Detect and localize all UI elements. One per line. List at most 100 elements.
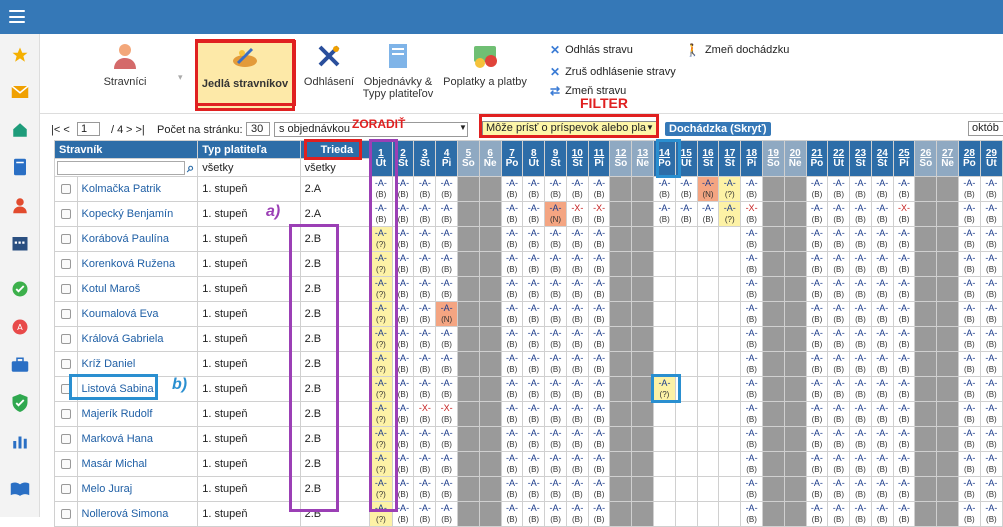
meal-code: -A-	[876, 328, 889, 338]
row-checkbox[interactable]	[60, 459, 71, 470]
briefcase-icon[interactable]	[9, 354, 31, 376]
user-icon[interactable]	[9, 194, 31, 216]
stravnik-name[interactable]: Korábová Paulína	[76, 226, 199, 252]
meal-cell	[696, 226, 720, 252]
chevron-down-icon[interactable]: ▾	[178, 72, 183, 83]
meal-status: (B)	[986, 365, 997, 374]
meal-status: (B)	[571, 290, 583, 299]
meal-status: (B)	[898, 315, 910, 324]
stravnik-name[interactable]: Kolmačka Patrik	[76, 176, 199, 202]
meal-cell: -A- (B)	[435, 451, 459, 477]
home-icon[interactable]	[9, 119, 31, 141]
row-checkbox[interactable]	[60, 334, 71, 345]
stravnici-button[interactable]: Stravníci	[90, 40, 160, 108]
calendar-icon[interactable]	[9, 232, 31, 254]
stravnik-name[interactable]: Masár Michal	[76, 451, 199, 477]
row-checkbox[interactable]	[60, 484, 71, 495]
stravnik-name[interactable]: Koumalová Eva	[76, 301, 199, 327]
meal-cell: -A- (B)	[740, 301, 763, 327]
meal-code: -A-	[810, 203, 823, 213]
pager-first-prev[interactable]: |< <	[51, 124, 70, 136]
meal-cell: -A- (?)	[718, 201, 742, 227]
odhlaseni-button[interactable]: Odhlásení	[300, 40, 358, 108]
page-select[interactable]: 1	[77, 122, 101, 136]
meal-code: -A-	[549, 378, 562, 388]
row-checkbox-cell	[54, 326, 78, 352]
stravnik-name[interactable]: Kopecký Benjamín	[76, 201, 199, 227]
typ-filter-select[interactable]: všetky	[197, 158, 301, 177]
star-icon[interactable]	[9, 44, 31, 66]
row-checkbox[interactable]	[60, 409, 71, 420]
objednavky-button[interactable]: Objednávky & Typy platiteľov	[360, 40, 436, 108]
meal-cell: -A- (B)	[587, 476, 611, 502]
meal-status: (B)	[441, 240, 452, 249]
meal-status: (B)	[746, 215, 757, 224]
check-circle-icon[interactable]	[9, 278, 31, 300]
meal-cell	[718, 351, 742, 377]
meal-cell: -A- (B)	[827, 376, 851, 402]
month-select[interactable]: októb	[968, 121, 1003, 136]
per-page-input[interactable]: 30	[246, 122, 270, 136]
meal-cell: -A- (B)	[544, 376, 567, 402]
meal-code: -A-	[854, 253, 867, 263]
row-checkbox[interactable]	[60, 259, 71, 270]
meal-cell: -A- (B)	[957, 501, 981, 527]
poplatky-button[interactable]: Poplatky a platby	[440, 40, 530, 108]
meal-status: (B)	[898, 215, 910, 224]
meal-code: -A-	[898, 328, 911, 338]
mail-icon[interactable]	[9, 81, 31, 103]
search-icon[interactable]: ⌕	[187, 160, 197, 176]
ribbon-toolbar: Stravníci ▾ Jedlá stravníkov Odhlásení O…	[40, 34, 1003, 114]
meal-code: -A-	[440, 353, 453, 363]
meal-cell	[653, 501, 676, 527]
meal-cell: -A- (B)	[500, 201, 524, 227]
row-checkbox[interactable]	[60, 509, 71, 520]
row-checkbox[interactable]	[60, 284, 71, 295]
meal-code: -A-	[832, 453, 845, 463]
stravnik-name[interactable]: Kotul Maroš	[76, 276, 199, 302]
book-icon[interactable]	[9, 156, 31, 178]
stravnik-name[interactable]: Marková Hana	[76, 426, 199, 452]
odhlas-stravu-link[interactable]: ✕ Odhlás stravu	[550, 43, 633, 57]
stravnik-name[interactable]: Kríž Daniel	[76, 351, 199, 377]
meal-cell	[609, 426, 633, 452]
meal-cell: -A- (B)	[849, 501, 872, 527]
row-checkbox[interactable]	[60, 309, 71, 320]
trieda-filter-select[interactable]: všetky	[299, 158, 371, 177]
meal-status: (B)	[528, 190, 540, 199]
meal-code: -A-	[876, 453, 889, 463]
grade-icon[interactable]: A	[9, 316, 31, 338]
attendance-button[interactable]: Dochádzka (Skryť)	[665, 122, 771, 136]
meal-code: -A-	[745, 178, 758, 188]
row-checkbox[interactable]	[60, 209, 71, 220]
meal-cell: -A- (B)	[413, 501, 437, 527]
row-checkbox[interactable]	[60, 359, 71, 370]
meal-status: (B)	[833, 515, 845, 524]
pager-next-last[interactable]: > >|	[126, 124, 145, 136]
zrus-odhlasenie-link[interactable]: ✕ Zruš odhlásenie stravy	[550, 65, 676, 79]
shield-icon[interactable]	[9, 392, 31, 414]
meal-status: (B)	[746, 290, 757, 299]
hamburger-menu-icon[interactable]	[9, 10, 25, 23]
typ-platitela: 1. stupeň	[197, 351, 301, 377]
row-checkbox[interactable]	[60, 434, 71, 445]
row-checkbox[interactable]	[60, 234, 71, 245]
row-checkbox[interactable]	[60, 184, 71, 195]
meal-code: -A-	[680, 203, 693, 213]
chart-icon[interactable]	[9, 430, 31, 452]
meal-status: (B)	[833, 215, 845, 224]
stravnik-name[interactable]: Králová Gabriela	[76, 326, 199, 352]
zmen-dochadzku-link[interactable]: 🚶 Zmeň dochádzku	[685, 43, 789, 57]
day-number: 17	[724, 147, 736, 159]
meal-cell	[609, 176, 633, 202]
name-search-input[interactable]	[57, 160, 185, 175]
stravnik-name[interactable]: Majerík Rudolf	[76, 401, 199, 427]
stravnik-name[interactable]: Nollerová Simona	[76, 501, 199, 527]
meal-code: -A-	[876, 428, 889, 438]
meal-cell: -A- (B)	[892, 426, 916, 452]
meal-cell: -A- (B)	[849, 451, 872, 477]
open-book-icon[interactable]	[9, 478, 31, 500]
meal-cell	[631, 326, 655, 352]
stravnik-name[interactable]: Melo Juraj	[76, 476, 199, 502]
stravnik-name[interactable]: Korenková Ružena	[76, 251, 199, 277]
